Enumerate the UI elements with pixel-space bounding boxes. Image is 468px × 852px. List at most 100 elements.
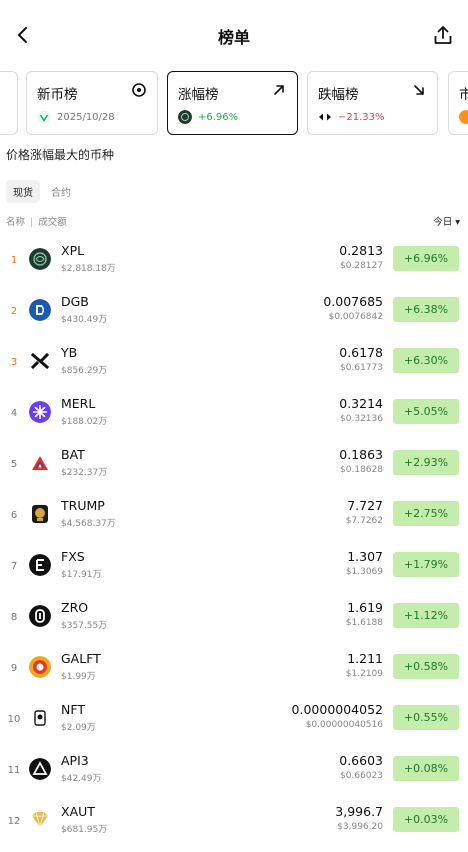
galft-logo-icon [29,656,51,678]
coin-usd-price: $1.3069 [345,567,383,577]
card-losers[interactable]: 跌幅榜 −21.33% [307,71,438,135]
list-item[interactable]: 7 FXS $17.91万 1.307 $1.3069 +1.79% [0,546,468,597]
column-name[interactable]: 名称 [6,217,25,228]
dgb-logo-icon [29,299,51,321]
coin-symbol: GALFT [61,651,101,666]
xpl-logo-icon [29,248,51,270]
card-new-coins[interactable]: 新币榜 2025/10/28 [26,71,158,135]
coin-volume: $2.09万 [61,723,96,733]
list-item[interactable]: 12 XAUT $681.95万 3,996.7 $3,996.20 +0.03… [0,801,468,852]
list-item[interactable]: 11 API3 $42.49万 0.6603 $0.66023 +0.08% [0,750,468,801]
card-market-cap[interactable]: 市 [448,71,468,135]
coin-price: 1.211 [347,651,383,666]
column-headers: 名称 | 成交额 [6,214,67,228]
coin-price: 3,996.7 [335,804,383,819]
list-item[interactable]: 4 MERL $188.02万 0.3214 $0.32136 +5.05% [0,393,468,444]
rank: 1 [10,255,18,266]
list-item[interactable]: 10 NFT $2.09万 0.0000004052 $0.0000004051… [0,699,468,750]
coin-symbol: NFT [61,702,85,717]
bat-logo-icon [32,456,48,470]
change-badge[interactable]: +2.75% [393,501,459,526]
tab-spot[interactable]: 现货 [6,180,40,203]
coin-volume: $1.99万 [61,672,96,682]
page-title: 榜单 [217,28,250,47]
change-badge[interactable]: +1.79% [393,552,459,577]
change-badge[interactable]: +2.93% [393,450,459,475]
card-change: +6.96% [198,111,239,123]
change-badge[interactable]: +1.12% [393,603,459,628]
coin-symbol: DGB [61,294,89,309]
coin-symbol: BAT [61,447,85,462]
coin-usd-price: $0.00000040516 [305,720,383,730]
change-badge[interactable]: +0.55% [393,705,459,730]
header: 榜单 [0,0,468,70]
list-item[interactable]: 8 ZRO $357.55万 1.619 $1.6188 +1.12% [0,597,468,648]
list-item[interactable]: 2 DGB $430.49万 0.007685 $0.0076842 +6.38… [0,291,468,342]
change-badge[interactable]: +0.03% [393,807,459,832]
api3-logo-icon [29,758,51,780]
list-item[interactable]: 1 XPL $2,818.18万 0.2813 $0.28127 +6.96% [0,240,468,291]
coin-volume: $430.49万 [61,315,108,325]
rank: 8 [10,612,18,623]
coin-volume: $17.91万 [61,570,102,580]
change-badge[interactable]: +5.05% [393,399,459,424]
rank: 9 [10,663,18,674]
coin-price: 7.727 [347,498,383,513]
change-badge[interactable]: +0.58% [393,654,459,679]
ranking-cards: 新币榜 2025/10/28 涨幅榜 +6.96% 跌幅榜 −21.33% 市 [0,71,468,135]
coin-price: 0.0000004052 [291,702,383,717]
tab-futures[interactable]: 合约 [44,180,78,203]
coin-usd-price: $0.18628 [340,465,383,475]
change-badge[interactable]: +6.30% [393,348,459,373]
column-volume[interactable]: 成交额 [38,217,67,228]
coin-volume: $4,568.37万 [61,519,116,529]
arrow-up-right-icon [274,85,284,95]
rank: 5 [10,459,18,470]
yb-logo-icon [30,352,50,370]
rank: 10 [7,714,21,725]
coin-usd-price: $1.2109 [345,669,383,679]
coin-volume: $681.95万 [61,825,108,835]
list-item[interactable]: 3 YB $856.29万 0.6178 $0.61773 +6.30% [0,342,468,393]
card-title: 涨幅榜 [178,87,219,103]
card-previous[interactable] [0,71,18,135]
merl-logo-icon [29,401,51,423]
share-icon[interactable] [432,24,454,46]
zro-logo-icon [29,605,51,627]
coin-price: 0.3214 [339,396,383,411]
card-gainers[interactable]: 涨幅榜 +6.96% [167,71,298,135]
coin-volume: $232.37万 [61,468,108,478]
change-badge[interactable]: +6.96% [393,246,459,271]
target-icon [132,83,146,97]
card-title: 市 [459,87,468,103]
coin-volume: $188.02万 [61,417,108,427]
coin-usd-price: $7.7262 [345,516,383,526]
coin-symbol: TRUMP [61,498,105,513]
card-title: 跌幅榜 [318,87,359,103]
coin-icon [37,110,51,124]
coin-usd-price: $1.6188 [345,618,383,628]
coin-usd-price: $3,996.20 [337,822,383,832]
divider: | [30,217,34,228]
coin-symbol: YB [61,345,78,360]
coin-price: 0.007685 [323,294,383,309]
change-badge[interactable]: +6.38% [393,297,459,322]
section-title: 价格涨幅最大的币种 [6,148,115,162]
coin-usd-price: $0.66023 [340,771,383,781]
time-filter-dropdown[interactable]: 今日 ▾ [433,214,460,228]
rank: 11 [7,765,21,776]
bitcoin-icon [459,110,468,124]
coin-price: 1.619 [347,600,383,615]
card-sub: 2025/10/28 [37,110,115,124]
list-item[interactable]: 5 BAT $232.37万 0.1863 $0.18628 +2.93% [0,444,468,495]
change-badge[interactable]: +0.08% [393,756,459,781]
coin-symbol: MERL [61,396,96,411]
coin-usd-price: $0.28127 [340,261,383,271]
list-item[interactable]: 6 TRUMP $4,568.37万 7.727 $7.7262 +2.75% [0,495,468,546]
coin-symbol: XAUT [61,804,95,819]
coin-price: 0.2813 [339,243,383,258]
xpl-logo-icon [178,110,192,124]
card-date: 2025/10/28 [57,111,115,123]
list-item[interactable]: 9 GALFT $1.99万 1.211 $1.2109 +0.58% [0,648,468,699]
coin-volume: $42.49万 [61,774,102,784]
